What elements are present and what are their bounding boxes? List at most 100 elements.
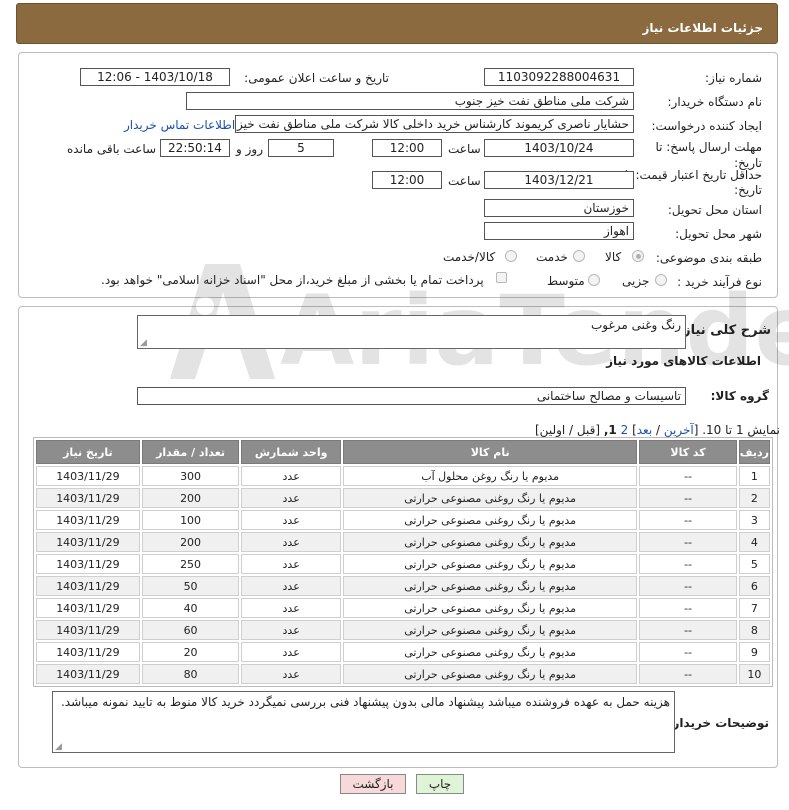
creator-field: حشایار ناصری کریموند کارشناس خرید داخلی …: [235, 115, 634, 133]
item-name-cell: مدیوم یا رنگ روغنی مصنوعی حرارتی: [342, 598, 638, 618]
buyer-notes-label: توضیحات خریدار:: [667, 716, 769, 730]
table-row: 8 -- مدیوم یا رنگ روغنی مصنوعی حرارتی عدد 60…: [36, 620, 770, 640]
col-date-header: تاریخ نیاز: [36, 440, 140, 464]
need-date-cell: 1403/11/29: [36, 488, 140, 508]
general-desc-textarea: رنگ وغنی مرغوب ◢: [137, 315, 686, 349]
item-name-cell: مدیوم یا رنگ روغنی مصنوعی حرارتی: [342, 554, 638, 574]
quantity-cell: 50: [141, 576, 240, 596]
table-row: 6 -- مدیوم یا رنگ روغنی مصنوعی حرارتی عدد 50…: [36, 576, 770, 596]
quantity-cell: 20: [141, 642, 240, 662]
need-date-cell: 1403/11/29: [36, 642, 140, 662]
need-date-cell: 1403/11/29: [36, 510, 140, 530]
row-number-cell: 6: [738, 576, 770, 596]
col-row-header: ردیف: [738, 440, 770, 464]
need-number-label: شماره نیاز:: [705, 71, 762, 85]
table-row: 4 -- مدیوم یا رنگ روغنی مصنوعی حرارتی عدد 20…: [36, 532, 770, 552]
validity-date-field: 1403/12/21: [484, 171, 634, 189]
creator-label: ایجاد کننده درخواست:: [651, 119, 762, 133]
announce-datetime-label: تاریخ و ساعت اعلان عمومی:: [244, 71, 389, 85]
days-label: روز و: [236, 142, 263, 156]
item-name-cell: مدیوم یا رنگ روغنی مصنوعی حرارتی: [342, 664, 638, 684]
item-name-cell: مدیوم یا رنگ روغنی مصنوعی حرارتی: [342, 620, 638, 640]
unit-cell: عدد: [241, 466, 341, 486]
page-header: جزئیات اطلاعات نیاز: [16, 3, 778, 44]
unit-cell: عدد: [241, 532, 341, 552]
paging-last-link[interactable]: آخرین: [664, 423, 694, 437]
unit-cell: عدد: [241, 598, 341, 618]
resize-handle-icon: ◢: [140, 338, 147, 348]
paging-space: ]: [628, 423, 637, 437]
days-count-field: 5: [268, 139, 334, 157]
items-info-title: اطلاعات کالاهای مورد نیاز: [606, 354, 761, 368]
need-date-cell: 1403/11/29: [36, 620, 140, 640]
table-row: 3 -- مدیوم یا رنگ روغنی مصنوعی حرارتی عدد 10…: [36, 510, 770, 530]
quantity-cell: 100: [141, 510, 240, 530]
need-date-cell: 1403/11/29: [36, 576, 140, 596]
table-header-row: ردیف کد کالا نام کالا واحد شمارش تعداد /…: [36, 440, 770, 464]
item-name-cell: مدیوم یا رنگ روغنی مصنوعی حرارتی: [342, 488, 638, 508]
table-row: 2 -- مدیوم یا رنگ روغنی مصنوعی حرارتی عدد 20…: [36, 488, 770, 508]
need-number-field: 1103092288004631: [484, 68, 634, 86]
paging-next-link[interactable]: بعد: [637, 423, 652, 437]
row-number-cell: 5: [738, 554, 770, 574]
quantity-cell: 300: [141, 466, 240, 486]
unit-cell: عدد: [241, 576, 341, 596]
print-button[interactable]: چاپ: [416, 774, 464, 794]
item-name-cell: مدیوم یا رنگ روغنی مصنوعی حرارتی: [342, 510, 638, 530]
deadline-time-field: 12:00: [372, 139, 442, 157]
need-date-cell: 1403/11/29: [36, 466, 140, 486]
item-name-cell: مدیوم یا رنگ روغنی مصنوعی حرارتی: [342, 642, 638, 662]
quantity-cell: 250: [141, 554, 240, 574]
back-button[interactable]: بازگشت: [340, 774, 406, 794]
buyer-contact-link[interactable]: اطلاعات تماس خریدار: [124, 118, 235, 132]
row-number-cell: 10: [738, 664, 770, 684]
buyer-org-field: شرکت ملی مناطق نفت خیز جنوب: [186, 92, 634, 110]
row-number-cell: 8: [738, 620, 770, 640]
item-code-cell: --: [639, 620, 737, 640]
unit-cell: عدد: [241, 510, 341, 530]
item-code-cell: --: [639, 664, 737, 684]
table-row: 5 -- مدیوم یا رنگ روغنی مصنوعی حرارتی عدد 25…: [36, 554, 770, 574]
row-number-cell: 4: [738, 532, 770, 552]
table-row: 9 -- مدیوم یا رنگ روغنی مصنوعی حرارتی عدد 20…: [36, 642, 770, 662]
table-row: 10 -- مدیوم یا رنگ روغنی مصنوعی حرارتی عدد 8…: [36, 664, 770, 684]
quantity-cell: 80: [141, 664, 240, 684]
item-name-cell: مدیوم یا رنگ روغن محلول آب: [342, 466, 638, 486]
item-name-cell: مدیوم یا رنگ روغنی مصنوعی حرارتی: [342, 576, 638, 596]
need-date-cell: 1403/11/29: [36, 532, 140, 552]
item-code-cell: --: [639, 642, 737, 662]
item-code-cell: --: [639, 466, 737, 486]
need-date-cell: 1403/11/29: [36, 554, 140, 574]
row-number-cell: 3: [738, 510, 770, 530]
col-code-header: کد کالا: [639, 440, 737, 464]
item-group-field: تاسیسات و مصالح ساختمانی: [137, 387, 686, 405]
quantity-cell: 60: [141, 620, 240, 640]
row-number-cell: 9: [738, 642, 770, 662]
validity-label: حداقل تاریخ اعتبار قیمت: تا: [624, 168, 762, 182]
item-name-cell: مدیوم یا رنگ روغنی مصنوعی حرارتی: [342, 532, 638, 552]
need-date-cell: 1403/11/29: [36, 598, 140, 618]
unit-cell: عدد: [241, 620, 341, 640]
paging-page-1: 1,: [603, 423, 617, 437]
item-code-cell: --: [639, 576, 737, 596]
item-code-cell: --: [639, 510, 737, 530]
unit-cell: عدد: [241, 554, 341, 574]
paging-prefix: نمایش 1 تا 10. [: [693, 423, 780, 437]
city-label: شهر محل تحویل:: [675, 227, 762, 241]
col-unit-header: واحد شمارش: [241, 440, 341, 464]
row-number-cell: 2: [738, 488, 770, 508]
city-field: اهواز: [484, 222, 634, 240]
col-name-header: نام کالا: [342, 440, 638, 464]
page-title: جزئیات اطلاعات نیاز: [642, 21, 763, 35]
table-row: 7 -- مدیوم یا رنگ روغنی مصنوعی حرارتی عدد 40…: [36, 598, 770, 618]
row-number-cell: 1: [738, 466, 770, 486]
item-code-cell: --: [639, 598, 737, 618]
pagination: نمایش 1 تا 10. [آخرین / بعد] 2 1, [قبل /…: [535, 423, 780, 437]
item-code-cell: --: [639, 554, 737, 574]
validity-time-label: ساعت: [448, 174, 481, 188]
quantity-cell: 40: [141, 598, 240, 618]
items-table: ردیف کد کالا نام کالا واحد شمارش تعداد /…: [33, 437, 773, 687]
deadline-time-label: ساعت: [448, 142, 481, 156]
row-number-cell: 7: [738, 598, 770, 618]
quantity-cell: 200: [141, 488, 240, 508]
